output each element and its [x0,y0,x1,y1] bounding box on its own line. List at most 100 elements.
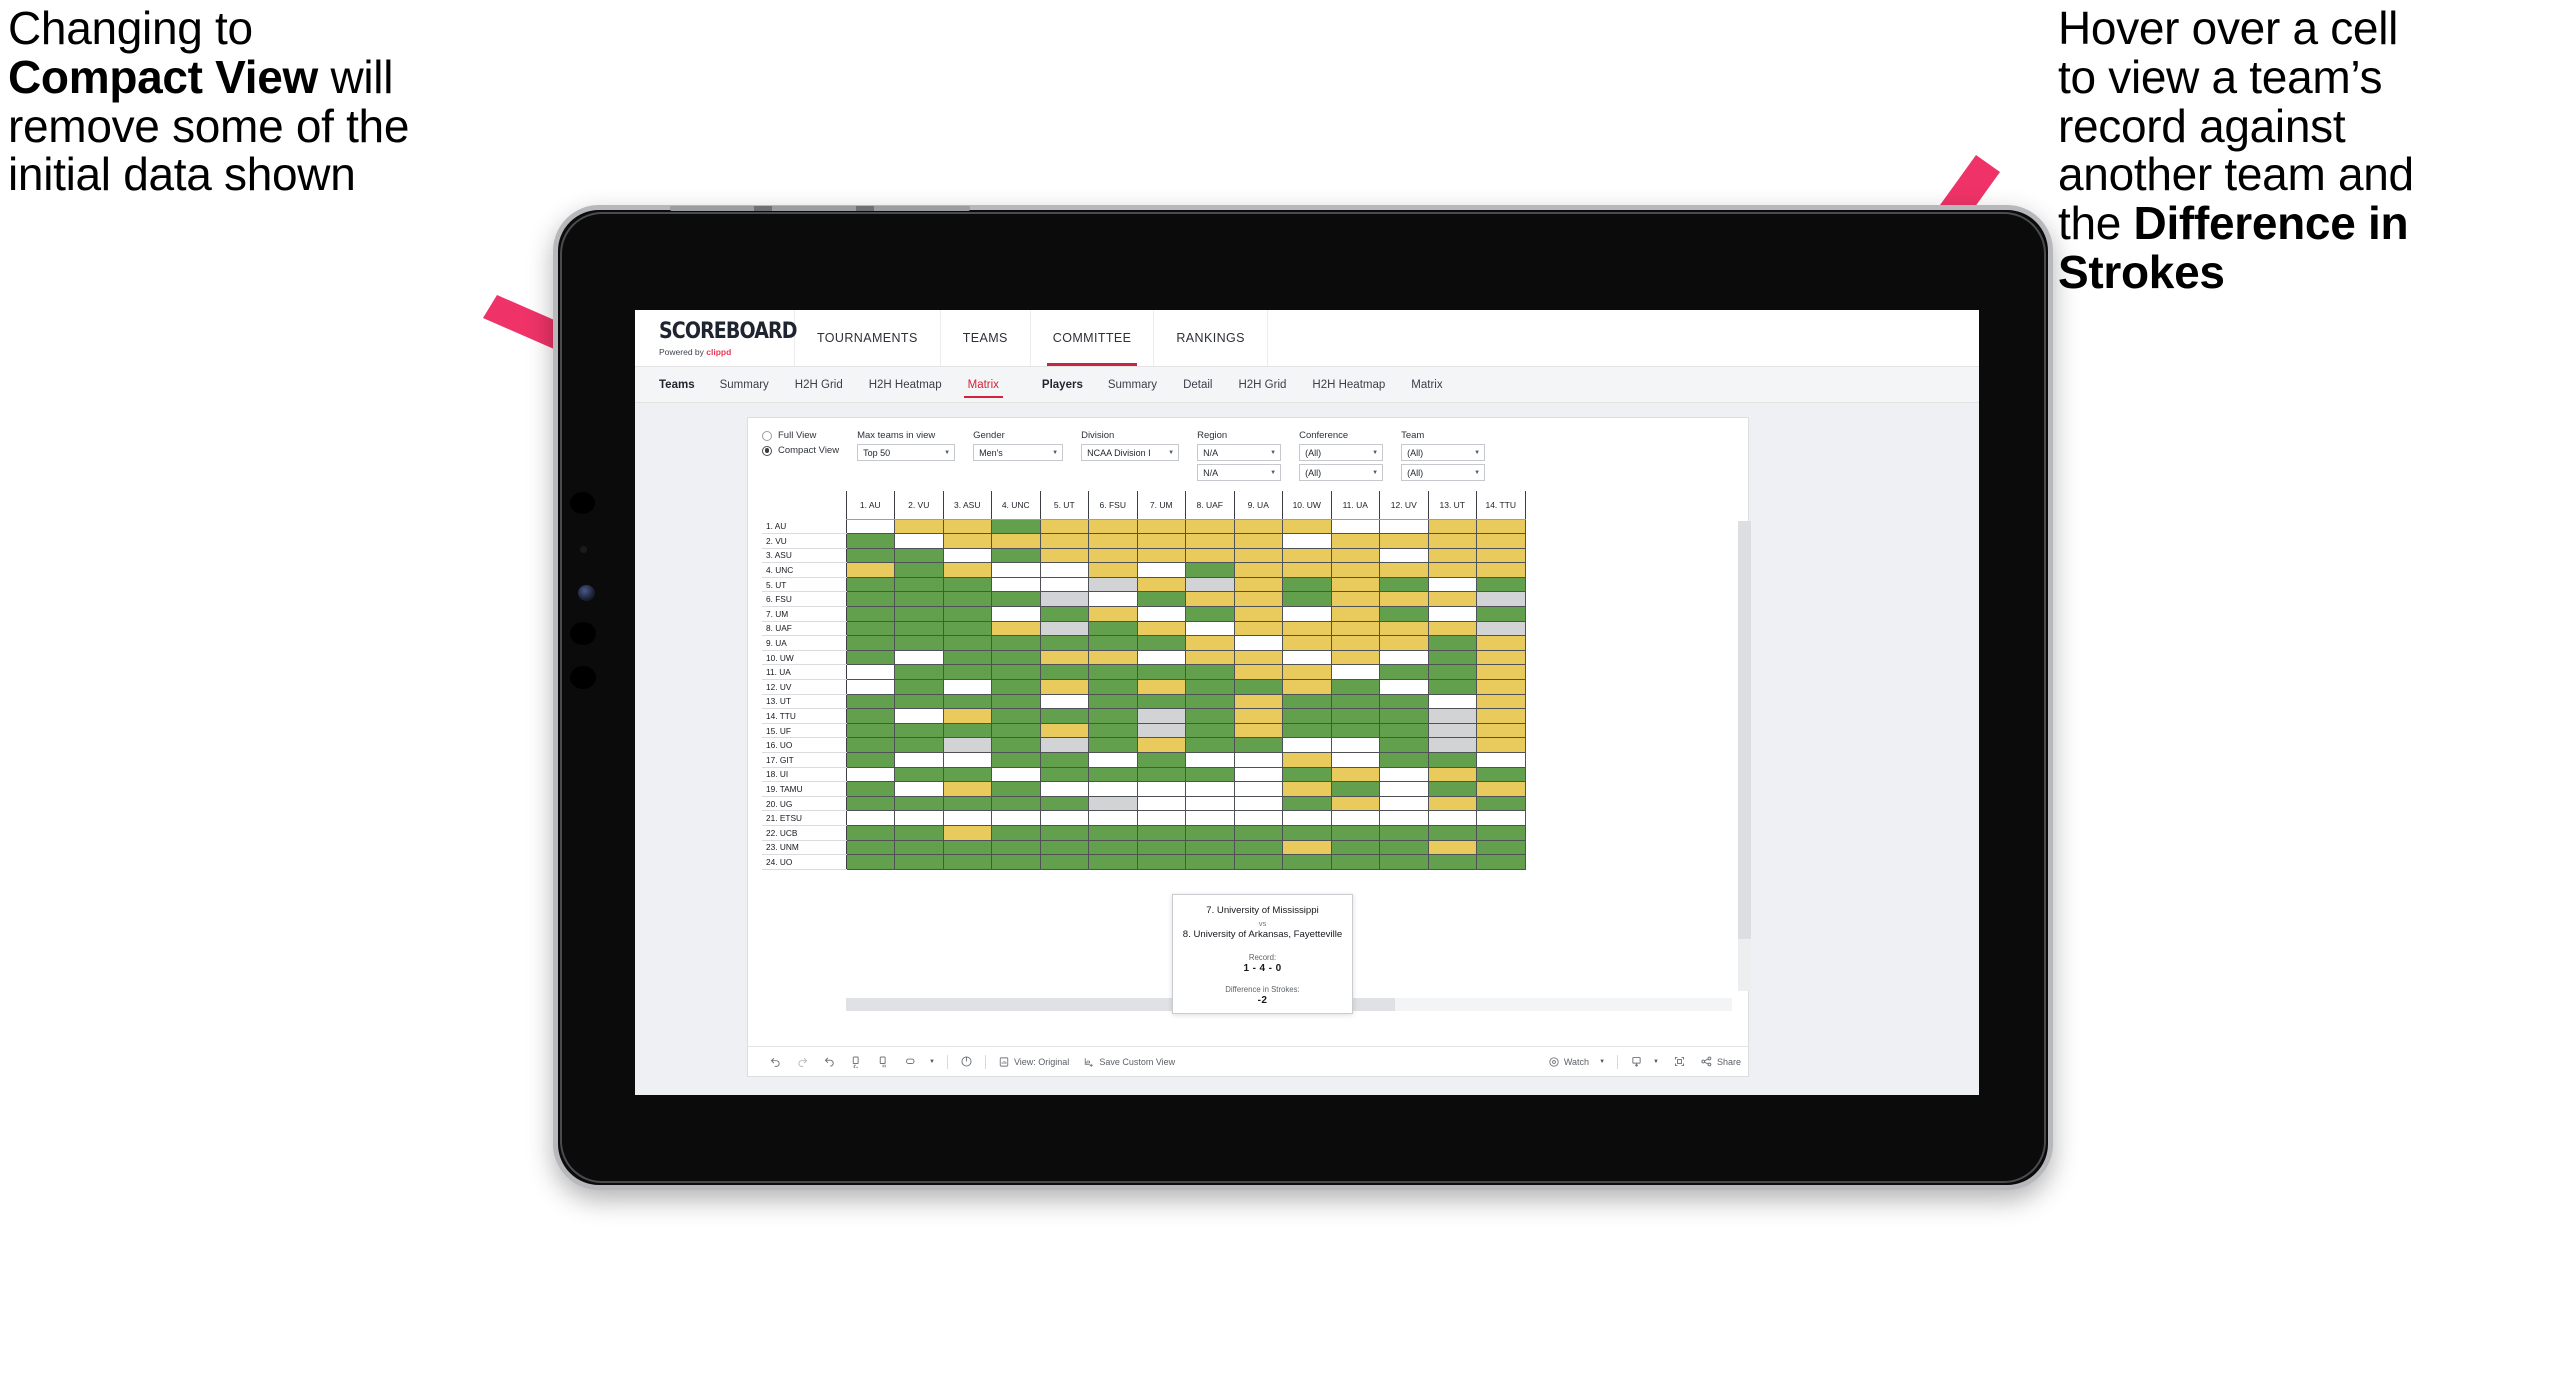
matrix-cell[interactable] [1088,620,1138,637]
matrix-cell[interactable] [1427,795,1477,812]
matrix-cell[interactable] [942,722,992,739]
matrix-cell[interactable] [1088,839,1138,856]
matrix-cell[interactable] [991,766,1041,783]
matrix-cell[interactable] [1427,649,1477,666]
matrix-cell[interactable] [1136,576,1186,593]
matrix-cell[interactable] [1330,635,1380,651]
matrix-cell[interactable] [1379,620,1429,637]
matrix-cell[interactable] [1282,547,1332,564]
matrix-cell[interactable] [1136,533,1186,549]
matrix-cell[interactable] [1330,708,1380,724]
matrix-cell[interactable] [1185,576,1235,593]
matrix-cell[interactable] [845,606,895,622]
side-button-top[interactable] [570,622,596,645]
matrix-cell[interactable] [1282,839,1332,856]
matrix-cell[interactable] [1039,766,1089,783]
matrix-cell[interactable] [1282,854,1332,870]
matrix-cell[interactable] [894,722,944,739]
matrix-cell[interactable] [1136,708,1186,724]
matrix-cell[interactable] [1233,722,1283,739]
matrix-cell[interactable] [1282,649,1332,666]
matrix-cell[interactable] [991,693,1041,710]
matrix-cell[interactable] [1136,649,1186,666]
matrix-cell[interactable] [1088,781,1138,797]
matrix-cell[interactable] [1282,576,1332,593]
matrix-cell[interactable] [1476,620,1526,637]
matrix-cell[interactable] [1427,737,1477,753]
matrix-cell[interactable] [1185,664,1235,681]
matrix-cell[interactable] [894,591,944,608]
matrix-cell[interactable] [1088,795,1138,812]
matrix-cell[interactable] [845,620,895,637]
matrix-cell[interactable] [1476,766,1526,783]
matrix-cell[interactable] [1330,722,1380,739]
matrix-cell[interactable] [1088,562,1138,578]
matrix-cell[interactable] [894,576,944,593]
matrix-cell[interactable] [1088,737,1138,753]
matrix-cell[interactable] [1185,606,1235,622]
matrix-cell[interactable] [1039,562,1089,578]
matrix-cell[interactable] [1233,606,1283,622]
matrix-cell[interactable] [1330,649,1380,666]
gender-select[interactable]: Men's ▼ [973,444,1064,461]
matrix-cell[interactable] [1282,562,1332,578]
pause-refresh-button[interactable] [870,1055,897,1068]
matrix-cell[interactable] [1282,635,1332,651]
matrix-cell[interactable] [1476,533,1526,549]
matrix-cell[interactable] [1136,679,1186,695]
matrix-cell[interactable] [1088,606,1138,622]
region-select-1[interactable]: N/A ▼ [1197,444,1282,461]
matrix-cell[interactable] [1233,824,1283,841]
matrix-cell[interactable] [991,752,1041,768]
topnav-rankings[interactable]: RANKINGS [1154,310,1268,366]
matrix-cell[interactable] [894,781,944,797]
matrix-cell[interactable] [1039,649,1089,666]
matrix-cell[interactable] [845,547,895,564]
subnav-teams-h2h-grid[interactable]: H2H Grid [782,367,856,403]
matrix-cell[interactable] [1039,752,1089,768]
matrix-cell[interactable] [1136,839,1186,856]
matrix-cell[interactable] [942,781,992,797]
matrix-cell[interactable] [1136,693,1186,710]
matrix-cell[interactable] [1136,854,1186,870]
matrix-cell[interactable] [1476,518,1526,535]
matrix-cell[interactable] [991,533,1041,549]
matrix-cell[interactable] [1379,533,1429,549]
matrix-cell[interactable] [1330,533,1380,549]
vertical-scrollbar[interactable] [1738,521,1751,991]
matrix-cell[interactable] [1379,518,1429,535]
matrix-cell[interactable] [1282,620,1332,637]
matrix-cell[interactable] [991,854,1041,870]
matrix-cell[interactable] [1427,693,1477,710]
matrix-cell[interactable] [942,810,992,826]
matrix-cell[interactable] [1088,693,1138,710]
matrix-cell[interactable] [1330,795,1380,812]
matrix-cell[interactable] [894,620,944,637]
matrix-cell[interactable] [1088,547,1138,564]
matrix-cell[interactable] [1039,810,1089,826]
matrix-cell[interactable] [1136,737,1186,753]
matrix-cell[interactable] [1427,576,1477,593]
matrix-cell[interactable] [1088,533,1138,549]
matrix-cell[interactable] [894,679,944,695]
matrix-cell[interactable] [845,752,895,768]
matrix-cell[interactable] [1427,664,1477,681]
team-select-1[interactable]: (All) ▼ [1401,444,1486,461]
matrix-cell[interactable] [1379,576,1429,593]
matrix-cell[interactable] [1039,533,1089,549]
matrix-cell[interactable] [845,562,895,578]
matrix-cell[interactable] [1427,781,1477,797]
matrix-cell[interactable] [1185,722,1235,739]
matrix-cell[interactable] [845,649,895,666]
matrix-cell[interactable] [894,795,944,812]
matrix-cell[interactable] [1330,781,1380,797]
subscribe-button[interactable]: ▼ [1623,1055,1666,1068]
matrix-cell[interactable] [1039,620,1089,637]
matrix-cell[interactable] [942,591,992,608]
matrix-cell[interactable] [1476,664,1526,681]
matrix-cell[interactable] [1185,635,1235,651]
matrix-cell[interactable] [894,606,944,622]
matrix-cell[interactable] [1233,766,1283,783]
matrix-cell[interactable] [991,781,1041,797]
matrix-cell[interactable] [1136,547,1186,564]
